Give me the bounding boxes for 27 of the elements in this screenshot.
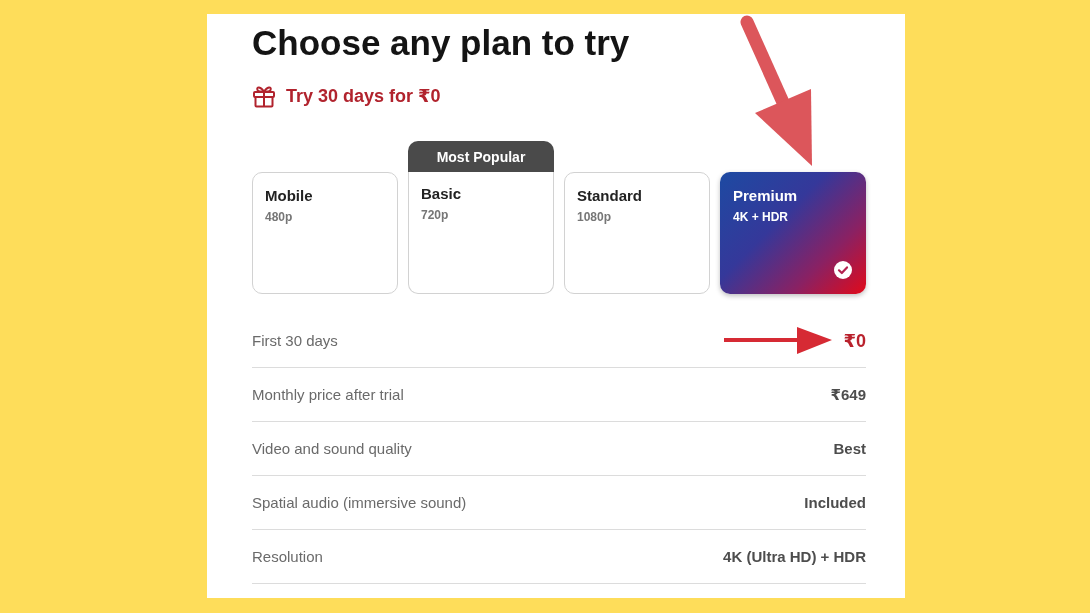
detail-value: Included bbox=[804, 494, 866, 511]
plan-name: Basic bbox=[421, 185, 463, 202]
detail-value: Best bbox=[833, 440, 866, 457]
popular-tag: Most Popular bbox=[408, 141, 554, 172]
plan-card[interactable]: Mobile 480p bbox=[252, 172, 398, 294]
detail-label: Resolution bbox=[252, 548, 323, 565]
detail-label: First 30 days bbox=[252, 332, 338, 349]
detail-label: Monthly price after trial bbox=[252, 386, 404, 403]
plan-resolution: 720p bbox=[421, 208, 450, 222]
plan-name: Mobile bbox=[265, 187, 314, 204]
detail-label: Video and sound quality bbox=[252, 440, 412, 457]
check-icon bbox=[834, 261, 852, 279]
plan-card[interactable]: Premium 4K + HDR bbox=[720, 172, 866, 294]
detail-value: 4K (Ultra HD) + HDR bbox=[723, 548, 866, 565]
plan-card[interactable]: Standard 1080p bbox=[564, 172, 710, 294]
detail-value: ₹0 bbox=[843, 329, 866, 352]
plan-resolution: 1080p bbox=[577, 210, 613, 224]
plan-card[interactable]: Basic 720p bbox=[408, 172, 554, 294]
page-title: Choose any plan to try bbox=[252, 23, 631, 63]
plan-name: Premium bbox=[733, 187, 799, 204]
detail-value: ₹649 bbox=[830, 385, 866, 404]
gift-icon bbox=[252, 84, 276, 108]
detail-label: Spatial audio (immersive sound) bbox=[252, 494, 467, 511]
plan-name: Standard bbox=[577, 187, 643, 204]
offer-text: Try 30 days for ₹0 bbox=[286, 85, 441, 107]
plan-resolution: 4K + HDR bbox=[733, 210, 789, 224]
plan-resolution: 480p bbox=[265, 210, 294, 224]
